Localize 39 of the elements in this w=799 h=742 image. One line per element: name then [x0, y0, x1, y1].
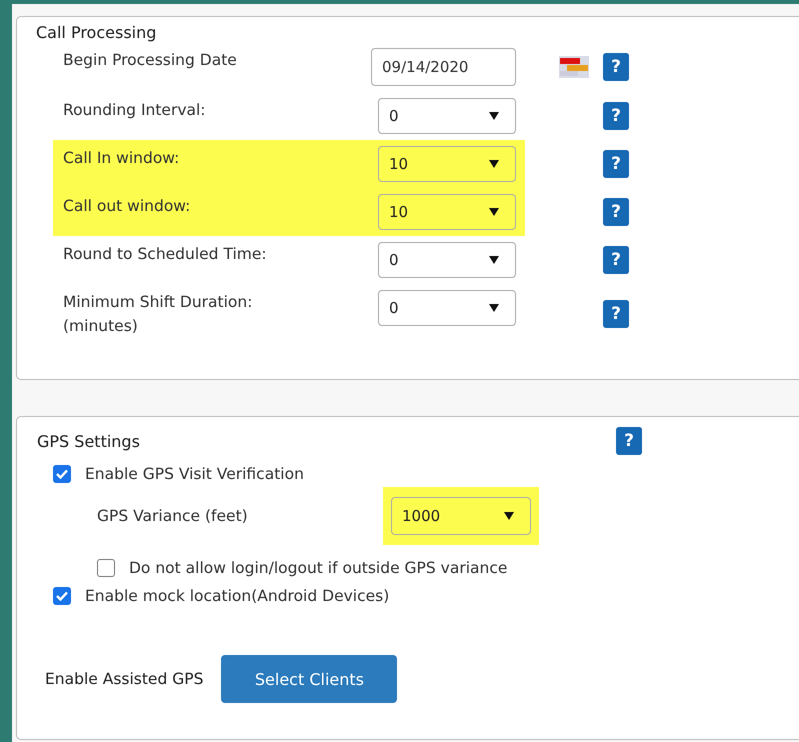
caret-icon [489, 208, 499, 216]
field-label: GPS Variance (feet) [97, 507, 249, 525]
checkbox-label: Do not allow login/logout if outside GPS variance [129, 559, 508, 577]
checkbox-label: Enable GPS Visit Verification [85, 465, 304, 483]
help-icon[interactable]: ? [603, 246, 629, 274]
dropdown[interactable]: 0 [378, 98, 516, 134]
dropdown[interactable]: 1000 [391, 497, 531, 535]
help-icon[interactable]: ? [603, 150, 629, 178]
dropdown[interactable]: 0 [378, 242, 516, 278]
dropdown[interactable]: 10 [378, 194, 516, 230]
dropdown[interactable]: 10 [378, 146, 516, 182]
section-title: GPS Settings [37, 432, 140, 450]
field-label: Minimum Shift Duration: [63, 292, 254, 313]
date-field[interactable]: 09/14/2020 [371, 48, 516, 86]
section-title: Call Processing [36, 23, 158, 42]
field-label: Begin Processing Date [63, 50, 238, 71]
field-label: Call In window: [63, 148, 180, 169]
caret-icon [489, 112, 499, 120]
select-clients-button[interactable]: Select Clients [221, 655, 398, 703]
calendar-icon[interactable] [559, 56, 589, 78]
field-label: Rounding Interval: [63, 100, 207, 121]
help-icon[interactable]: ? [603, 102, 629, 130]
help-icon[interactable]: ? [603, 53, 629, 81]
caret-icon [489, 304, 499, 312]
caret-icon [489, 160, 499, 168]
caret-icon [489, 256, 499, 264]
field-label: (minutes) [63, 316, 139, 337]
checkbox[interactable] [53, 587, 71, 605]
field-label: Enable Assisted GPS [45, 670, 204, 688]
help-icon[interactable]: ? [603, 198, 629, 226]
help-icon[interactable]: ? [603, 300, 629, 328]
checkbox[interactable] [97, 559, 115, 577]
checkbox[interactable] [53, 465, 71, 483]
field-label: Call out window: [63, 196, 192, 217]
dropdown[interactable]: 0 [378, 290, 516, 326]
caret-icon [504, 512, 514, 520]
field-label: Round to Scheduled Time: [63, 244, 268, 265]
help-icon[interactable]: ? [616, 427, 642, 455]
checkbox-label: Enable mock location(Android Devices) [85, 587, 390, 605]
